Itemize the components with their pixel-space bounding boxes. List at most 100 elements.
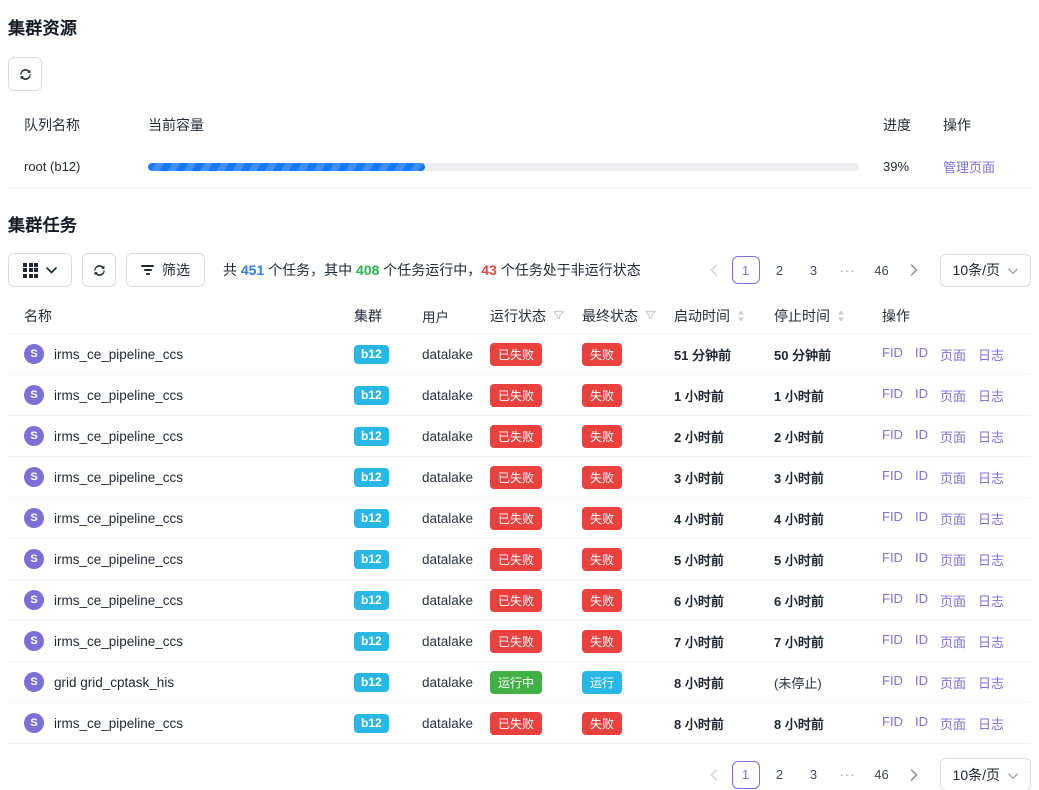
action-link-日志[interactable]: 日志 xyxy=(978,509,1004,528)
user-name: datalake xyxy=(422,470,490,485)
pagination-page-1[interactable]: 1 xyxy=(732,761,760,789)
action-link-id[interactable]: ID xyxy=(915,386,928,405)
filter-funnel-icon[interactable] xyxy=(553,310,564,321)
page-size-select[interactable]: 10条/页 xyxy=(940,758,1031,790)
col-header-run-status: 运行状态 xyxy=(490,306,582,326)
pagination-page-2[interactable]: 2 xyxy=(766,761,794,789)
action-link-fid[interactable]: FID xyxy=(882,427,903,446)
action-link-id[interactable]: ID xyxy=(915,509,928,528)
action-link-页面[interactable]: 页面 xyxy=(940,550,966,569)
action-link-id[interactable]: ID xyxy=(915,673,928,692)
spark-avatar: S xyxy=(24,385,44,405)
action-link-页面[interactable]: 页面 xyxy=(940,591,966,610)
action-link-日志[interactable]: 日志 xyxy=(978,550,1004,569)
action-link-日志[interactable]: 日志 xyxy=(978,591,1004,610)
action-link-日志[interactable]: 日志 xyxy=(978,427,1004,446)
action-link-fid[interactable]: FID xyxy=(882,386,903,405)
pagination-page-3[interactable]: 3 xyxy=(800,761,828,789)
grid-icon xyxy=(23,263,38,278)
action-link-页面[interactable]: 页面 xyxy=(940,468,966,487)
action-link-页面[interactable]: 页面 xyxy=(940,345,966,364)
row-actions: FID ID 页面日志 xyxy=(874,468,1031,487)
action-link-页面[interactable]: 页面 xyxy=(940,632,966,651)
progress-header: 进度 xyxy=(883,115,931,135)
row-actions: FID ID 页面日志 xyxy=(874,632,1031,651)
sorter-icon[interactable] xyxy=(737,310,745,322)
action-link-id[interactable]: ID xyxy=(915,468,928,487)
resources-table: 队列名称 当前容量 进度 操作 root (b12) 39% 管理页面 xyxy=(8,105,1031,189)
action-link-日志[interactable]: 日志 xyxy=(978,714,1004,733)
action-link-页面[interactable]: 页面 xyxy=(940,509,966,528)
sync-icon xyxy=(92,263,107,278)
sorter-icon[interactable] xyxy=(837,310,845,322)
action-link-日志[interactable]: 日志 xyxy=(978,632,1004,651)
manage-page-link[interactable]: 管理页面 xyxy=(943,160,995,175)
action-link-页面[interactable]: 页面 xyxy=(940,714,966,733)
action-link-页面[interactable]: 页面 xyxy=(940,427,966,446)
filter-funnel-icon[interactable] xyxy=(645,310,656,321)
pagination-page-46[interactable]: 46 xyxy=(868,256,896,284)
capacity-progress-bar xyxy=(148,163,859,171)
task-name: irms_ce_pipeline_ccs xyxy=(54,470,183,485)
action-link-fid[interactable]: FID xyxy=(882,345,903,364)
table-row: S irms_ce_pipeline_ccs b12 datalake 已失败 … xyxy=(8,580,1031,621)
col-header-user: 用户 xyxy=(422,306,490,326)
action-link-fid[interactable]: FID xyxy=(882,714,903,733)
page-size-select[interactable]: 10条/页 xyxy=(940,254,1031,287)
action-link-id[interactable]: ID xyxy=(915,632,928,651)
start-time: 6 小时前 xyxy=(674,594,724,609)
col-header-stop-time: 停止时间 xyxy=(774,306,874,326)
cluster-badge: b12 xyxy=(354,427,389,446)
stop-time: (未停止) xyxy=(774,676,822,691)
resources-refresh-button[interactable] xyxy=(8,57,42,91)
action-link-id[interactable]: ID xyxy=(915,345,928,364)
final-status-tag: 失败 xyxy=(582,548,622,571)
run-status-tag: 已失败 xyxy=(490,384,542,407)
column-layout-dropdown-button[interactable] xyxy=(8,253,72,287)
start-time: 3 小时前 xyxy=(674,471,724,486)
action-link-fid[interactable]: FID xyxy=(882,468,903,487)
action-link-fid[interactable]: FID xyxy=(882,550,903,569)
action-link-id[interactable]: ID xyxy=(915,714,928,733)
summary-text: 共 xyxy=(223,262,241,278)
filter-button[interactable]: 筛选 xyxy=(126,253,205,287)
final-status-tag: 失败 xyxy=(582,425,622,448)
final-status-tag: 失败 xyxy=(582,630,622,653)
action-link-页面[interactable]: 页面 xyxy=(940,673,966,692)
action-link-fid[interactable]: FID xyxy=(882,509,903,528)
action-link-页面[interactable]: 页面 xyxy=(940,386,966,405)
pagination-next-button[interactable] xyxy=(902,761,926,789)
final-status-tag: 失败 xyxy=(582,507,622,530)
action-link-日志[interactable]: 日志 xyxy=(978,386,1004,405)
action-link-id[interactable]: ID xyxy=(915,591,928,610)
task-name: irms_ce_pipeline_ccs xyxy=(54,593,183,608)
action-link-id[interactable]: ID xyxy=(915,550,928,569)
action-link-id[interactable]: ID xyxy=(915,427,928,446)
user-name: datalake xyxy=(422,593,490,608)
pagination-page-3[interactable]: 3 xyxy=(800,256,828,284)
action-link-日志[interactable]: 日志 xyxy=(978,673,1004,692)
tasks-refresh-button[interactable] xyxy=(82,253,116,287)
pagination-prev-button[interactable] xyxy=(702,761,726,789)
action-link-fid[interactable]: FID xyxy=(882,591,903,610)
run-status-tag: 已失败 xyxy=(490,507,542,530)
run-status-tag: 已失败 xyxy=(490,712,542,735)
col-header-action: 操作 xyxy=(874,306,1031,326)
pagination-page-1[interactable]: 1 xyxy=(732,256,760,284)
pagination-page-2[interactable]: 2 xyxy=(766,256,794,284)
stop-time: 6 小时前 xyxy=(774,594,824,609)
action-link-fid[interactable]: FID xyxy=(882,673,903,692)
action-link-日志[interactable]: 日志 xyxy=(978,468,1004,487)
action-link-日志[interactable]: 日志 xyxy=(978,345,1004,364)
pagination-next-button[interactable] xyxy=(902,256,926,284)
task-name: irms_ce_pipeline_ccs xyxy=(54,511,183,526)
table-row: S grid grid_cptask_his b12 datalake 运行中 … xyxy=(8,662,1031,703)
final-status-tag: 失败 xyxy=(582,384,622,407)
pagination-page-46[interactable]: 46 xyxy=(868,761,896,789)
user-name: datalake xyxy=(422,388,490,403)
pagination-prev-button[interactable] xyxy=(702,256,726,284)
action-link-fid[interactable]: FID xyxy=(882,632,903,651)
cluster-badge: b12 xyxy=(354,345,389,364)
row-actions: FID ID 页面日志 xyxy=(874,386,1031,405)
tasks-summary: 共 451 个任务，其中 408 个任务运行中，43 个任务处于非运行状态 xyxy=(223,260,641,280)
